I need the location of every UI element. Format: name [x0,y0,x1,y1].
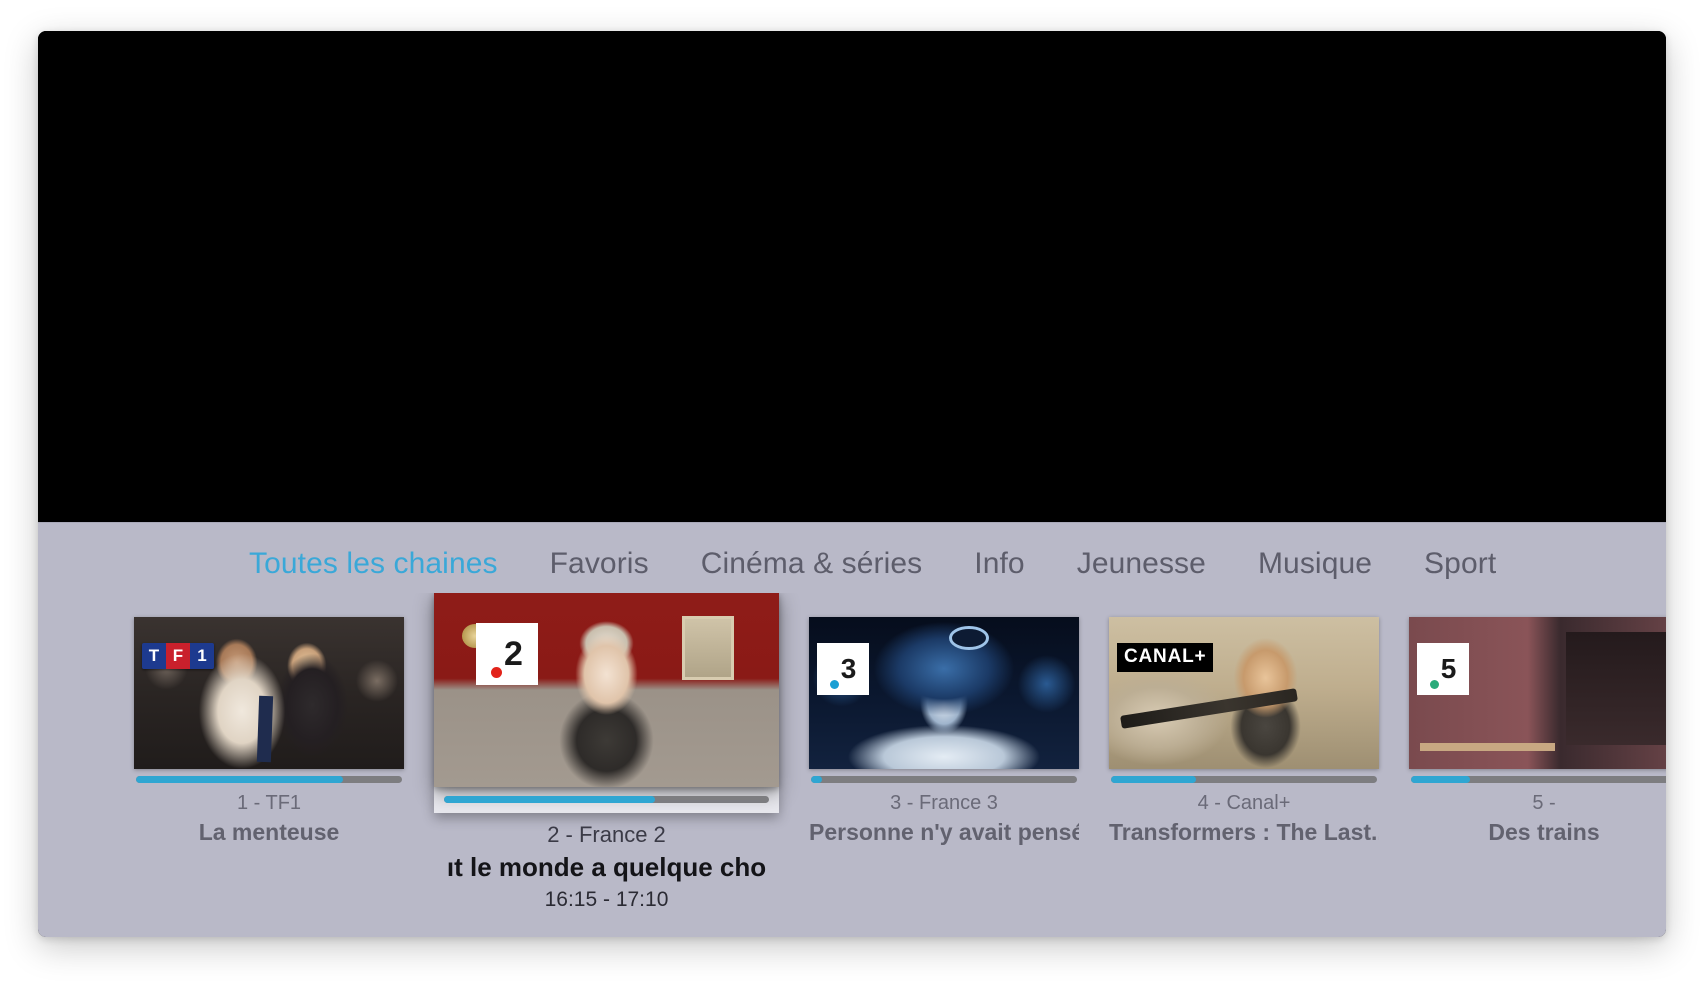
channel-thumbnail[interactable]: TF1 [134,617,404,769]
tab-cin-ma-s-ries[interactable]: Cinéma & séries [697,545,927,583]
channel-logo-france-2-icon: 2 [476,623,538,685]
channel-thumbnail[interactable]: CANAL+ [1109,617,1379,769]
program-progress-row [1109,769,1379,783]
tab-sport[interactable]: Sport [1420,545,1500,583]
channel-meta: 5 - Des trains [1409,783,1666,848]
tab-toutes-les-chaines[interactable]: Toutes les chaines [245,545,502,583]
tab-favoris[interactable]: Favoris [546,545,653,583]
tv-app-window: Toutes les chaines Favoris Cinéma & séries… [38,31,1666,937]
channel-logo-france-5-icon: 5 [1417,643,1469,695]
channel-rail[interactable]: TF1 1 - TF1 La menteuse 2 2 - France 2 ıt le … [38,593,1666,937]
france-logo-dot-icon [829,680,839,689]
program-progress-fill [811,776,822,783]
france-logo-number: 2 [504,635,523,673]
screen-root: Toutes les chaines Favoris Cinéma & séries… [0,0,1701,993]
video-playback-surface[interactable] [38,31,1666,522]
channel-number-name: 3 - France 3 [890,792,998,814]
program-title: La menteuse [198,819,340,845]
france-logo-number: 3 [840,653,857,684]
program-progress-bar[interactable] [1411,776,1666,783]
channel-card-4[interactable]: CANAL+ 4 - Canal+ Transformers : The Last.… [1109,593,1379,848]
channel-thumbnail[interactable]: 3 [809,617,1079,769]
channel-card-5[interactable]: 5 5 - Des trains [1409,593,1666,848]
channel-card-2[interactable]: 2 2 - France 2 ıt le monde a quelque cho 16… [434,593,779,914]
channel-card-3[interactable]: 3 3 - France 3 Personne n'y avait pensé ! [809,593,1079,848]
channel-number-name: 2 - France 2 [547,822,666,847]
channel-logo-canalplus-icon: CANAL+ [1117,643,1214,672]
channel-guide-panel: Toutes les chaines Favoris Cinéma & séries… [38,522,1666,937]
channel-card-1[interactable]: TF1 1 - TF1 La menteuse [134,593,404,848]
channel-number-name: 5 - [1532,792,1556,814]
program-title: Des trains [1488,819,1600,845]
program-progress-fill [1411,776,1470,783]
channel-meta: 3 - France 3 Personne n'y avait pensé ! [809,783,1079,848]
channel-number-name: 4 - Canal+ [1197,792,1291,814]
program-title: Transformers : The Last... [1109,819,1379,845]
tab-info[interactable]: Info [970,545,1028,583]
tf1-logo-icon: TF1 [142,643,214,669]
program-progress-bar[interactable] [444,796,769,803]
channel-meta: 2 - France 2 ıt le monde a quelque cho 16:… [434,813,779,914]
channel-thumbnail[interactable]: 2 [434,593,779,787]
channel-rail-track: TF1 1 - TF1 La menteuse 2 2 - France 2 ıt le … [134,593,1666,914]
france-logo-number: 5 [1440,653,1457,684]
program-progress-row [134,769,404,783]
program-progress-bar[interactable] [811,776,1077,783]
channel-number-name: 1 - TF1 [236,792,302,814]
program-progress-fill [1111,776,1197,783]
program-time-range: 16:15 - 17:10 [544,887,669,911]
channel-logo-france-3-icon: 3 [817,643,869,695]
canal-plus-logo-icon: CANAL+ [1117,643,1214,672]
program-progress-bar[interactable] [1111,776,1377,783]
category-tab-bar: Toutes les chaines Favoris Cinéma & séries… [38,535,1666,593]
program-title: Personne n'y avait pensé ! [809,819,1079,845]
france-logo-dot-icon [491,667,503,678]
tab-jeunesse[interactable]: Jeunesse [1073,545,1210,583]
france-logo-dot-icon [1429,680,1439,689]
channel-logo-tf1-icon: TF1 [142,643,214,669]
channel-meta: 4 - Canal+ Transformers : The Last... [1109,783,1379,848]
program-progress-row [1409,769,1666,783]
france-tv-logo-icon: 3 [817,643,869,695]
program-progress-fill [444,796,656,803]
channel-preview-image [1109,617,1379,769]
program-title: ıt le monde a quelque cho [446,851,767,882]
program-progress-row [434,787,779,813]
program-progress-row [809,769,1079,783]
channel-meta: 1 - TF1 La menteuse [134,783,404,848]
france-tv-logo-icon: 5 [1417,643,1469,695]
france-tv-logo-icon: 2 [476,623,538,685]
program-progress-fill [136,776,344,783]
channel-preview-image [134,617,404,769]
program-progress-bar[interactable] [136,776,402,783]
tab-musique[interactable]: Musique [1254,545,1376,583]
channel-thumbnail[interactable]: 5 [1409,617,1666,769]
